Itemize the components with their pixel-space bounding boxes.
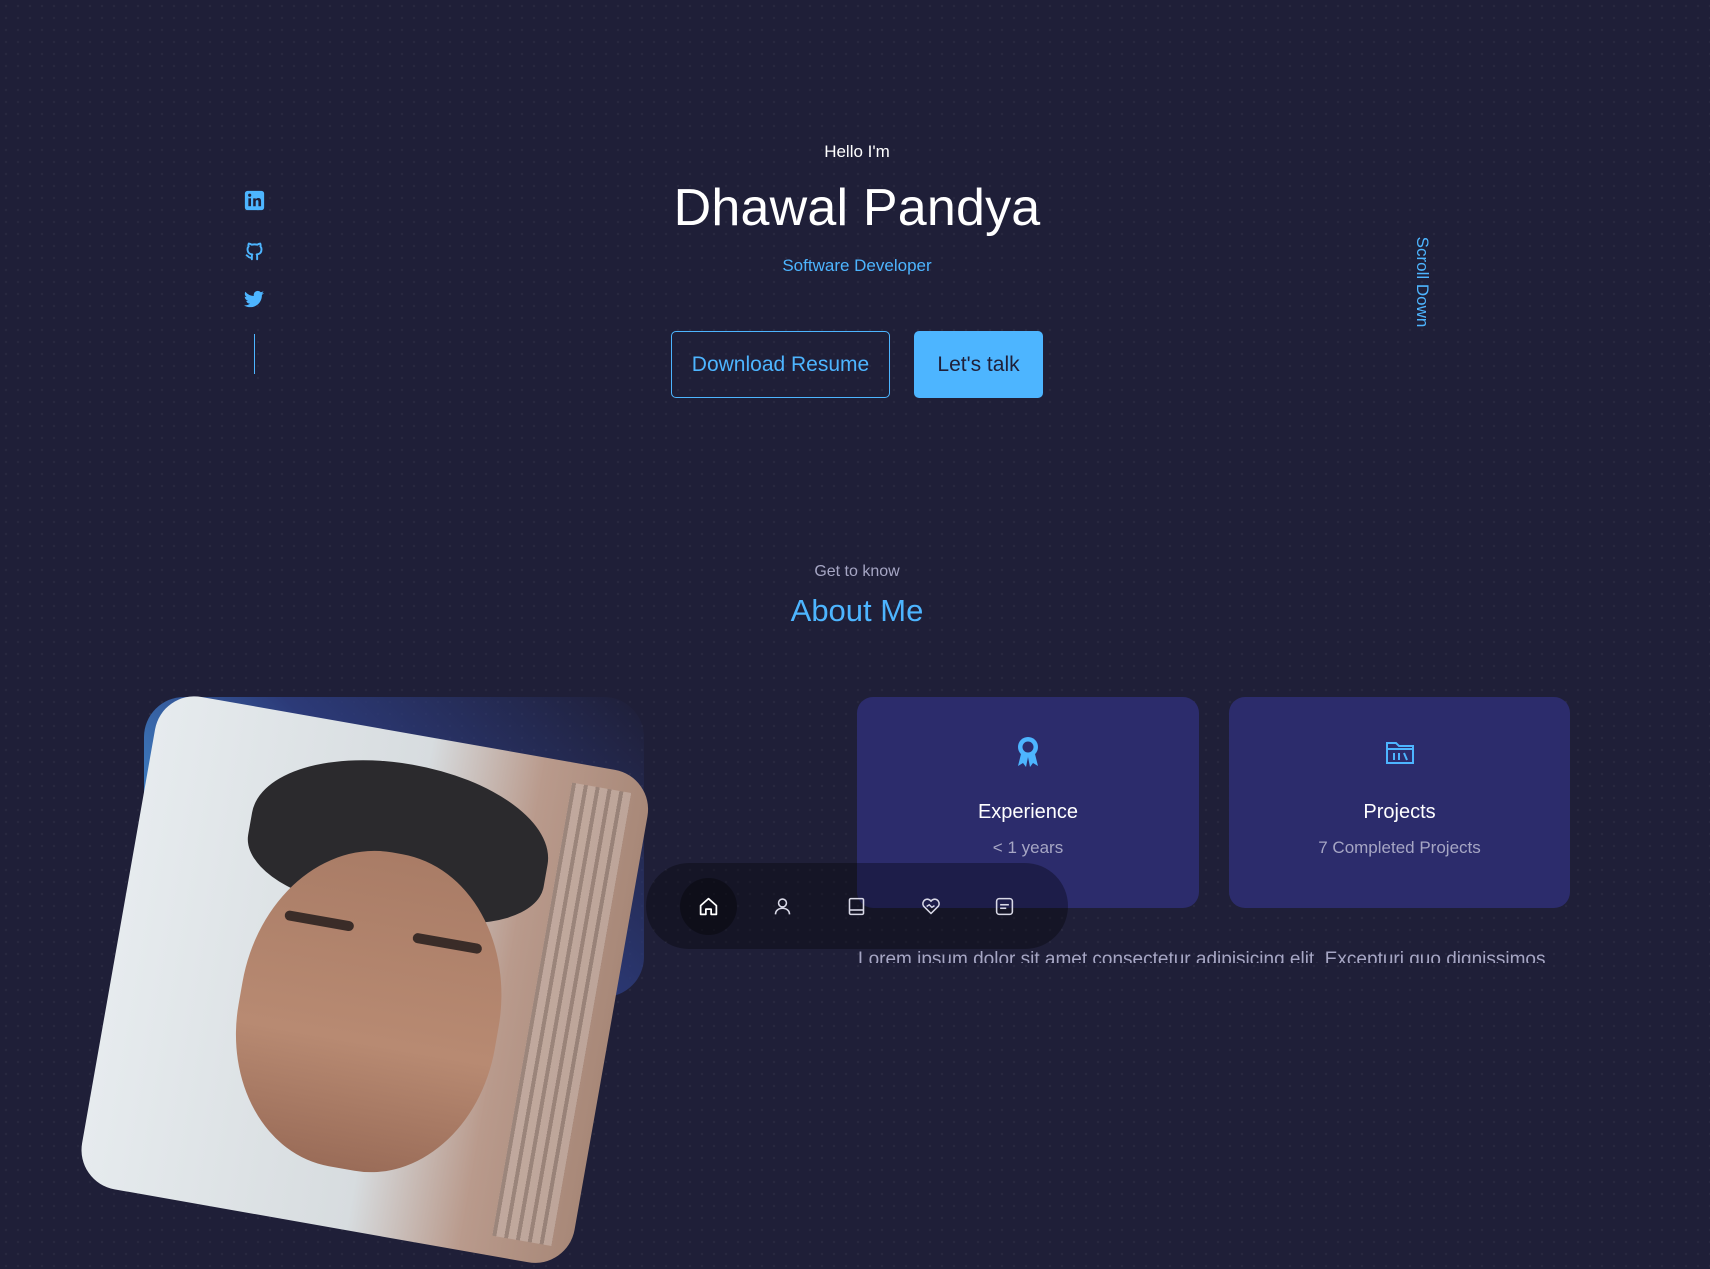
- profile-photo: [75, 690, 655, 1269]
- book-icon: [848, 897, 865, 915]
- about-subtitle: Get to know: [814, 563, 900, 580]
- greeting-text: Hello I'm: [824, 142, 890, 161]
- twitter-icon: [244, 290, 264, 308]
- socials-divider: [253, 334, 255, 374]
- projects-card: Projects 7 Completed Projects: [1229, 697, 1570, 908]
- folder-icon: [1385, 742, 1414, 764]
- projects-value: 7 Completed Projects: [1318, 838, 1481, 857]
- nav-experience[interactable]: [828, 878, 885, 935]
- scroll-down-link[interactable]: Scroll Down: [1412, 237, 1432, 328]
- nav-contact[interactable]: [976, 878, 1033, 935]
- message-icon: [995, 897, 1014, 915]
- services-icon: [921, 898, 940, 914]
- download-resume-button[interactable]: Download Resume: [671, 331, 890, 398]
- page-title: Dhawal Pandya: [673, 179, 1041, 237]
- projects-title: Projects: [1363, 801, 1436, 823]
- experience-value: < 1 years: [992, 838, 1064, 857]
- award-icon: [1018, 737, 1038, 767]
- lets-talk-button[interactable]: Let's talk: [914, 331, 1043, 398]
- role-text: Software Developer: [782, 256, 932, 275]
- experience-title: Experience: [977, 801, 1079, 823]
- nav-about[interactable]: [754, 878, 811, 935]
- bottom-nav: [646, 863, 1068, 949]
- about-paragraph: Lorem ipsum dolor sit amet consectetur a…: [858, 951, 1578, 963]
- twitter-link[interactable]: [242, 288, 266, 312]
- about-paragraph-text: Lorem ipsum dolor sit amet consectetur a…: [858, 951, 1546, 963]
- home-icon: [699, 897, 718, 915]
- nav-services[interactable]: [902, 878, 959, 935]
- user-icon: [774, 897, 791, 914]
- nav-home[interactable]: [680, 877, 737, 935]
- about-title: About Me: [790, 593, 924, 628]
